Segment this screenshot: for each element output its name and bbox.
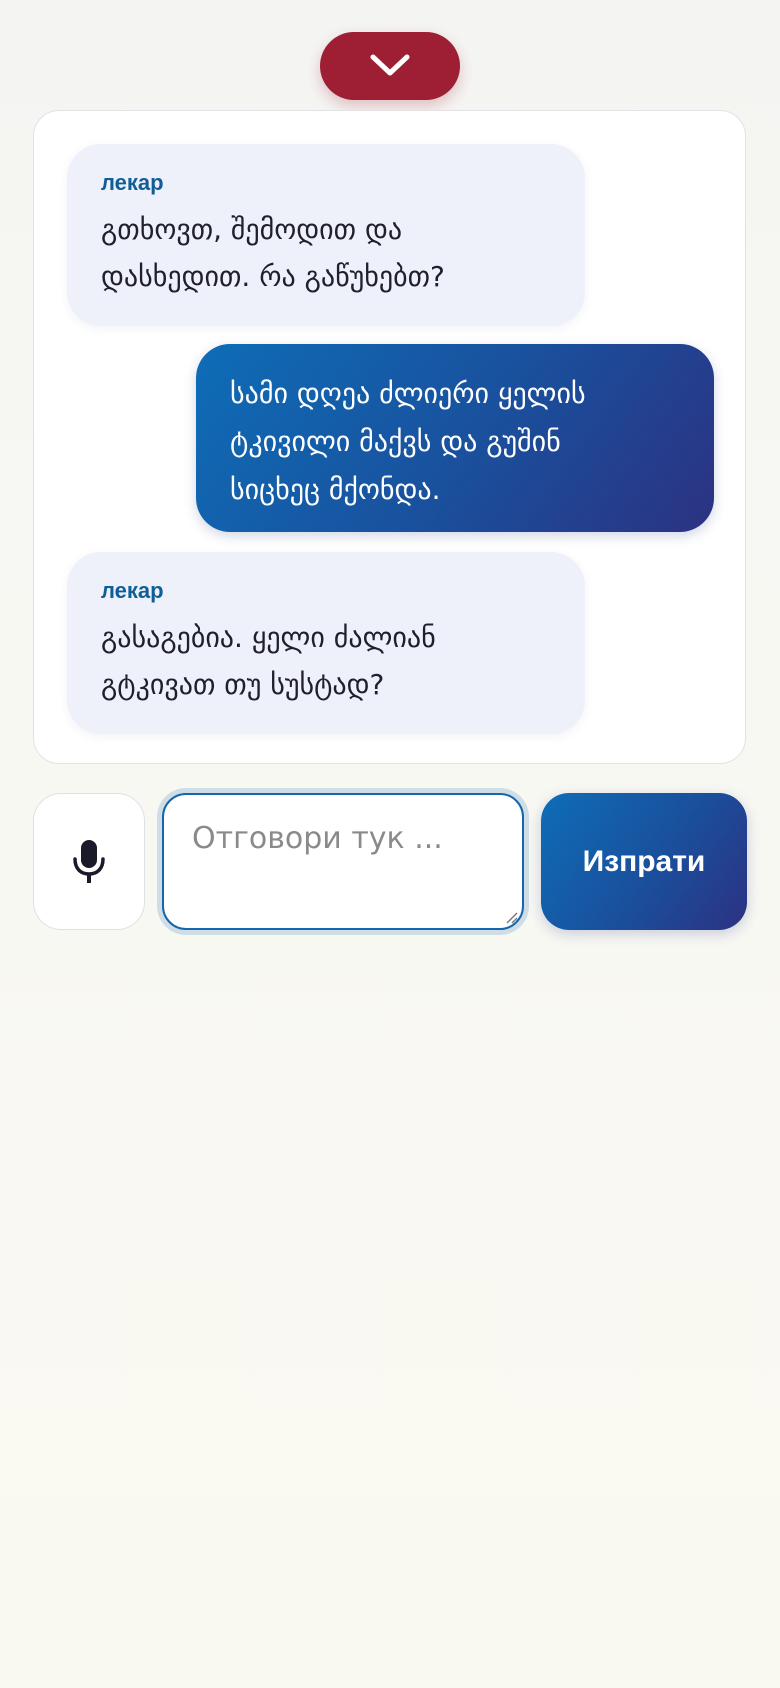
bot-message-bubble: лекар გთხოვთ, შემოდით და დასხედით. რა გა… (67, 144, 585, 326)
message-line: ტკივილი მაქვს და გუშინ (230, 425, 561, 458)
resize-handle-icon[interactable] (504, 910, 518, 924)
message-line: გასაგებია. ყელი ძალიან (101, 621, 436, 654)
microphone-button[interactable] (33, 793, 145, 930)
chat-panel: лекар გთხოვთ, შემოდით და დასხედით. რა გა… (33, 110, 746, 764)
message-line: გტკივათ თუ სუსტად? (101, 668, 385, 701)
message-text: გთხოვთ, შემოდით და დასხედით. რა გაწუხებთ… (101, 206, 551, 300)
message-text: გასაგებია. ყელი ძალიან გტკივათ თუ სუსტად… (101, 614, 551, 708)
message-line: გთხოვთ, შემოდით და (101, 213, 403, 246)
speaker-label: лекар (101, 578, 164, 603)
chevron-down-icon (370, 54, 410, 76)
message-line: სამი დღეა ძლიერი ყელის (230, 377, 586, 410)
reply-input-wrapper (162, 793, 524, 930)
message-line: სიცხეც მქონდა. (230, 473, 441, 506)
bot-message-bubble: лекар გასაგებია. ყელი ძალიან გტკივათ თუ … (67, 552, 585, 734)
collapse-button[interactable] (320, 32, 460, 100)
reply-input[interactable] (164, 795, 522, 928)
message-text: სამი დღეა ძლიერი ყელის ტკივილი მაქვს და … (230, 370, 680, 514)
send-button[interactable]: Изпрати (541, 793, 747, 930)
microphone-icon (73, 839, 105, 883)
user-message-bubble: სამი დღეა ძლიერი ყელის ტკივილი მაქვს და … (196, 344, 714, 532)
speaker-label: лекар (101, 170, 164, 195)
message-line: დასხედით. რა გაწუხებთ? (101, 260, 445, 293)
